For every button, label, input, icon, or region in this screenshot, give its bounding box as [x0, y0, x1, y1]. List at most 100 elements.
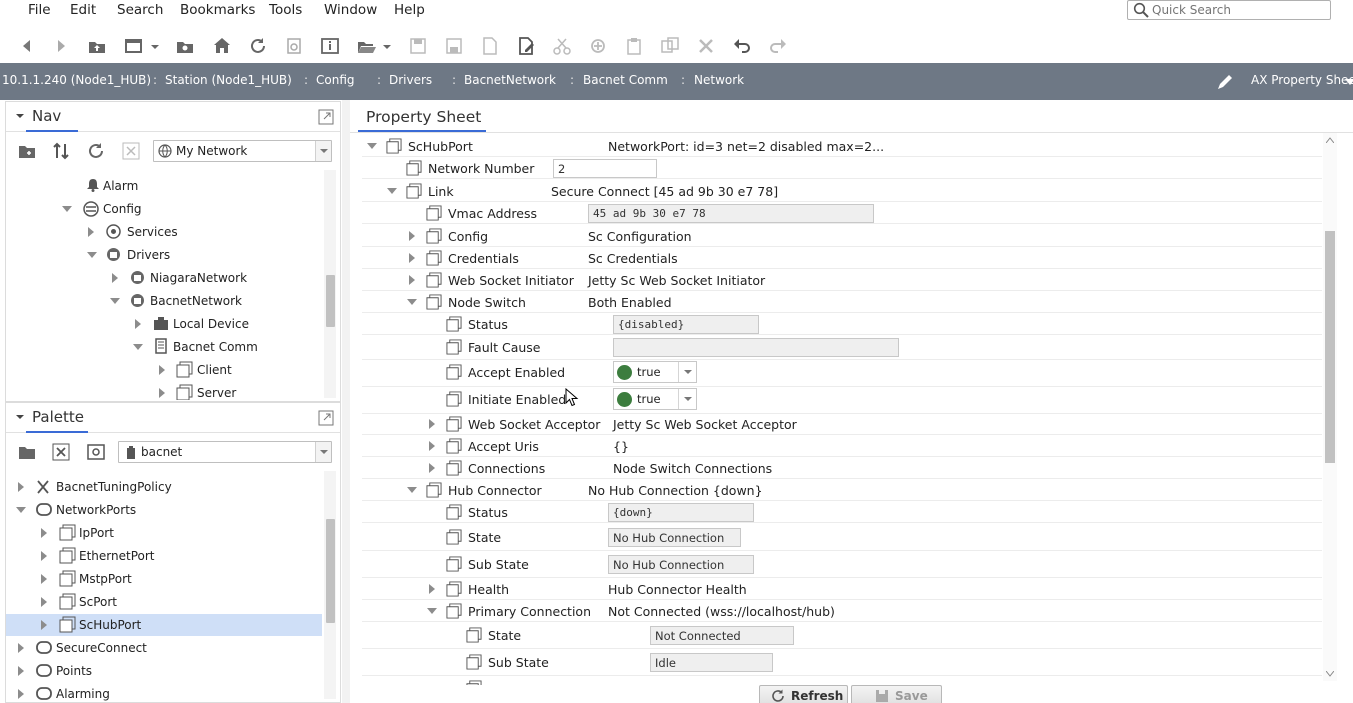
view-selector[interactable]: AX Property Sheet	[1251, 73, 1353, 87]
primary-sub-state-field[interactable]: Idle	[650, 653, 773, 672]
menu-window[interactable]: Window	[324, 2, 377, 18]
collapsed-icon[interactable]	[18, 482, 24, 492]
collapsed-icon[interactable]	[429, 463, 435, 473]
open-palette-icon[interactable]	[18, 444, 36, 460]
expanded-icon[interactable]	[367, 143, 377, 149]
tree-item-alarm[interactable]: Alarm	[6, 175, 324, 197]
collapsed-icon[interactable]	[18, 643, 24, 653]
palette-item-secure-connect[interactable]: SecureConnect	[6, 637, 322, 659]
duplicate-icon[interactable]	[660, 36, 680, 56]
collapsed-icon[interactable]	[41, 551, 47, 561]
hub-sub-state-field[interactable]: No Hub Connection	[608, 555, 754, 574]
palette-item-network-ports[interactable]: NetworkPorts	[6, 499, 322, 521]
export-icon[interactable]	[480, 36, 500, 56]
refresh-icon[interactable]	[248, 36, 268, 56]
collapsed-icon[interactable]	[159, 365, 165, 375]
collapsed-icon[interactable]	[41, 620, 47, 630]
tree-item-services[interactable]: Services	[6, 221, 324, 243]
prop-row-connections[interactable]: Connections Node Switch Connections	[362, 457, 1322, 479]
menu-tools[interactable]: Tools	[269, 2, 302, 18]
hub-state-field[interactable]: No Hub Connection	[608, 528, 741, 547]
save-all-icon[interactable]	[444, 36, 464, 56]
prop-row-credentials[interactable]: Credentials Sc Credentials	[362, 247, 1322, 269]
up-level-icon[interactable]	[87, 36, 107, 56]
expanded-icon[interactable]	[16, 507, 26, 513]
dropdown-arrow[interactable]	[678, 362, 696, 382]
nav-scrollbar-thumb[interactable]	[326, 275, 335, 327]
collapsed-icon[interactable]	[18, 666, 24, 676]
open-folder-icon[interactable]	[175, 36, 195, 56]
tree-item-config[interactable]: Config	[6, 198, 324, 220]
collapsed-icon[interactable]	[409, 253, 415, 263]
prop-row-primary-connection[interactable]: Primary Connection Not Connected (wss://…	[362, 600, 1322, 622]
collapse-icon[interactable]	[16, 413, 24, 421]
palette-item-ethernet-port[interactable]: EthernetPort	[6, 545, 322, 567]
quick-search-box[interactable]	[1127, 0, 1331, 20]
save-icon[interactable]	[408, 36, 428, 56]
expanded-icon[interactable]	[407, 299, 417, 305]
close-palette-icon[interactable]	[52, 443, 70, 461]
dropdown-arrow[interactable]	[678, 389, 696, 409]
palette-scrollbar[interactable]	[324, 471, 336, 699]
tab-property-sheet[interactable]: Property Sheet	[358, 100, 486, 132]
tree-item-niagara-network[interactable]: NiagaraNetwork	[6, 267, 324, 289]
breadcrumb-config[interactable]: Config	[316, 73, 355, 87]
refresh-icon[interactable]	[87, 142, 105, 160]
nav-scrollbar[interactable]	[324, 170, 336, 398]
edit-icon[interactable]	[516, 36, 536, 56]
collapsed-icon[interactable]	[409, 231, 415, 241]
tree-item-client[interactable]: Client	[6, 359, 324, 381]
maximize-pane-icon[interactable]	[318, 410, 334, 426]
menu-file[interactable]: File	[28, 2, 51, 18]
collapse-icon[interactable]	[16, 112, 24, 120]
spy-icon[interactable]	[284, 36, 304, 56]
maximize-pane-icon[interactable]	[318, 109, 334, 125]
collapsed-icon[interactable]	[429, 419, 435, 429]
vmac-address-field[interactable]: 45 ad 9b 30 e7 78	[588, 204, 874, 223]
accept-enabled-select[interactable]: true	[613, 361, 697, 383]
palette-item-points[interactable]: Points	[6, 660, 322, 682]
network-number-field[interactable]: 2	[553, 159, 657, 178]
dropdown-icon[interactable]	[145, 36, 165, 56]
nav-network-select[interactable]: My Network	[153, 140, 332, 162]
status-field[interactable]: {disabled}	[613, 315, 759, 334]
prop-row-config[interactable]: Config Sc Configuration	[362, 225, 1322, 247]
prop-row-hub-connector[interactable]: Hub Connector No Hub Connection {down}	[362, 479, 1322, 501]
initiate-enabled-select[interactable]: true	[613, 388, 697, 410]
redo-icon[interactable]	[768, 36, 788, 56]
forward-icon[interactable]	[51, 36, 71, 56]
tree-item-server[interactable]: Server	[6, 382, 324, 400]
close-icon[interactable]	[122, 142, 140, 160]
prop-row-schubport[interactable]: ScHubPort NetworkPort: id=3 net=2 disabl…	[362, 135, 1322, 157]
collapsed-icon[interactable]	[41, 597, 47, 607]
palette-item-sc-hub-port[interactable]: ScHubPort	[6, 614, 322, 636]
collapsed-icon[interactable]	[41, 574, 47, 584]
back-icon[interactable]	[17, 36, 37, 56]
dropdown-arrow[interactable]	[315, 442, 331, 462]
expanded-icon[interactable]	[62, 206, 72, 212]
fault-cause-field[interactable]	[613, 338, 899, 357]
tree-item-drivers[interactable]: Drivers	[6, 244, 324, 266]
expanded-icon[interactable]	[87, 252, 97, 258]
palette-item-sc-port[interactable]: ScPort	[6, 591, 322, 613]
collapsed-icon[interactable]	[159, 388, 165, 398]
tree-item-bacnet-comm[interactable]: Bacnet Comm	[6, 336, 324, 358]
side-bar-icon[interactable]	[124, 36, 144, 56]
prop-row-accept-uris[interactable]: Accept Uris {}	[362, 435, 1322, 457]
collapsed-icon[interactable]	[18, 689, 24, 699]
palette-module-select[interactable]: bacnet	[118, 441, 332, 463]
expanded-icon[interactable]	[427, 608, 437, 614]
menu-help[interactable]: Help	[394, 2, 425, 18]
expanded-icon[interactable]	[133, 344, 143, 350]
collapsed-icon[interactable]	[429, 584, 435, 594]
breadcrumb-bacnet-network[interactable]: BacnetNetwork	[464, 73, 556, 87]
hub-status-field[interactable]: {down}	[608, 503, 754, 522]
new-folder-icon[interactable]	[18, 143, 36, 159]
breadcrumb-station[interactable]: Station (Node1_HUB)	[165, 73, 292, 87]
dropdown-arrow[interactable]	[315, 141, 331, 161]
breadcrumb-drivers[interactable]: Drivers	[389, 73, 432, 87]
open-icon[interactable]	[357, 36, 377, 56]
open-dropdown-icon[interactable]	[377, 36, 397, 56]
palette-item-mstp-port[interactable]: MstpPort	[6, 568, 322, 590]
palette-item-alarming[interactable]: Alarming	[6, 683, 322, 702]
